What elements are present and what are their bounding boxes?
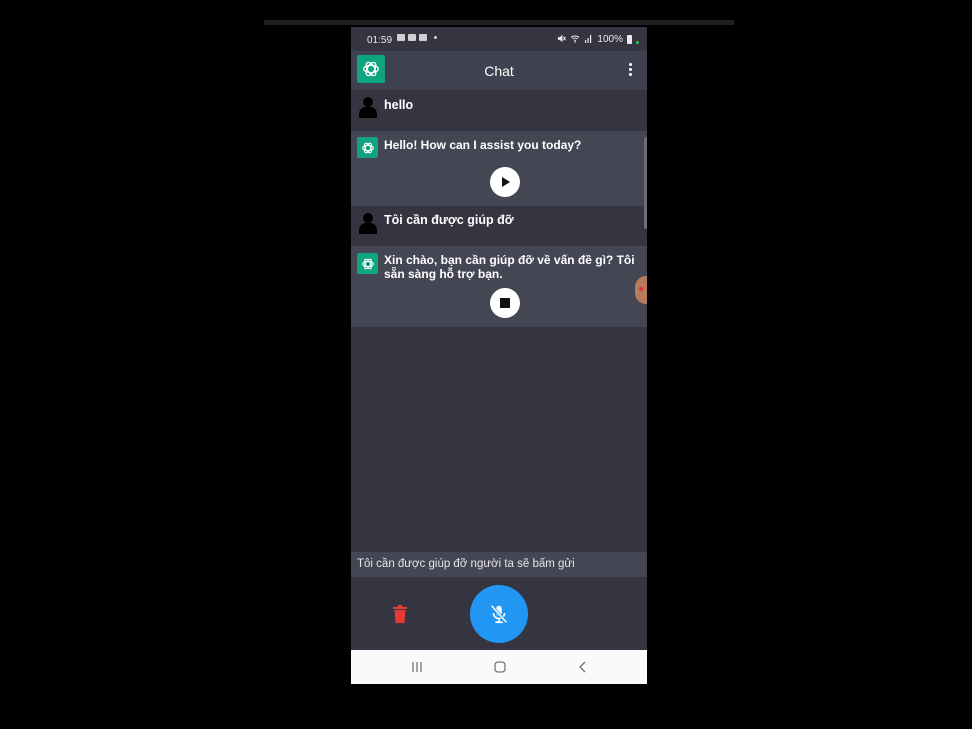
phone-screen: 01:59 100% Chat hello Hello! How can I a…	[351, 27, 647, 684]
play-button[interactable]	[490, 167, 520, 197]
openai-logo-icon	[357, 137, 378, 158]
mic-off-icon	[490, 604, 508, 624]
back-icon[interactable]	[575, 659, 591, 675]
more-vert-icon[interactable]	[625, 63, 635, 79]
mute-icon	[557, 34, 567, 45]
stop-icon	[500, 298, 510, 308]
openai-logo-icon	[357, 253, 378, 274]
more-notifications-icon	[434, 36, 437, 39]
mic-button[interactable]	[470, 585, 528, 643]
message-text: hello	[384, 98, 414, 112]
person-icon	[359, 212, 377, 234]
app-bar: Chat	[351, 51, 647, 90]
mail-icon	[408, 34, 416, 41]
top-bar	[264, 20, 734, 25]
privacy-indicator-icon	[636, 41, 639, 44]
notification-icons	[397, 34, 437, 41]
play-icon	[502, 177, 510, 187]
message-input[interactable]: Tôi cần được giúp đỡ người ta sẽ bấm gửi	[351, 552, 647, 577]
message-user: hello	[351, 90, 647, 131]
message-text: Xin chào, bạn cần giúp đỡ về vấn đề gì? …	[384, 253, 635, 281]
message-user: Tôi cần được giúp đỡ	[351, 206, 647, 246]
trash-icon[interactable]	[393, 605, 407, 623]
message-text: Hello! How can I assist you today?	[384, 138, 582, 152]
page-title: Chat	[484, 63, 514, 79]
system-nav-bar	[351, 650, 647, 684]
floating-chat-head[interactable]	[635, 276, 647, 304]
discord-icon	[397, 34, 405, 41]
card-icon	[419, 34, 427, 41]
status-time: 01:59	[367, 35, 393, 46]
battery-percentage: 100%	[597, 34, 623, 45]
home-icon[interactable]	[492, 659, 508, 675]
battery-icon	[627, 35, 632, 44]
message-assistant: Xin chào, bạn cần giúp đỡ về vấn đề gì? …	[351, 246, 647, 327]
person-icon	[359, 96, 377, 118]
system-icons: 100%	[557, 34, 639, 45]
status-bar: 01:59 100%	[351, 27, 647, 51]
scrollbar[interactable]	[644, 137, 647, 229]
message-text: Tôi cần được giúp đỡ	[384, 213, 514, 227]
input-value: Tôi cần được giúp đỡ người ta sẽ bấm gửi	[357, 558, 575, 570]
wifi-icon	[570, 34, 580, 45]
signal-icon	[584, 34, 593, 45]
message-assistant: Hello! How can I assist you today?	[351, 131, 647, 206]
recent-apps-icon[interactable]	[409, 659, 425, 675]
stop-button[interactable]	[490, 288, 520, 318]
